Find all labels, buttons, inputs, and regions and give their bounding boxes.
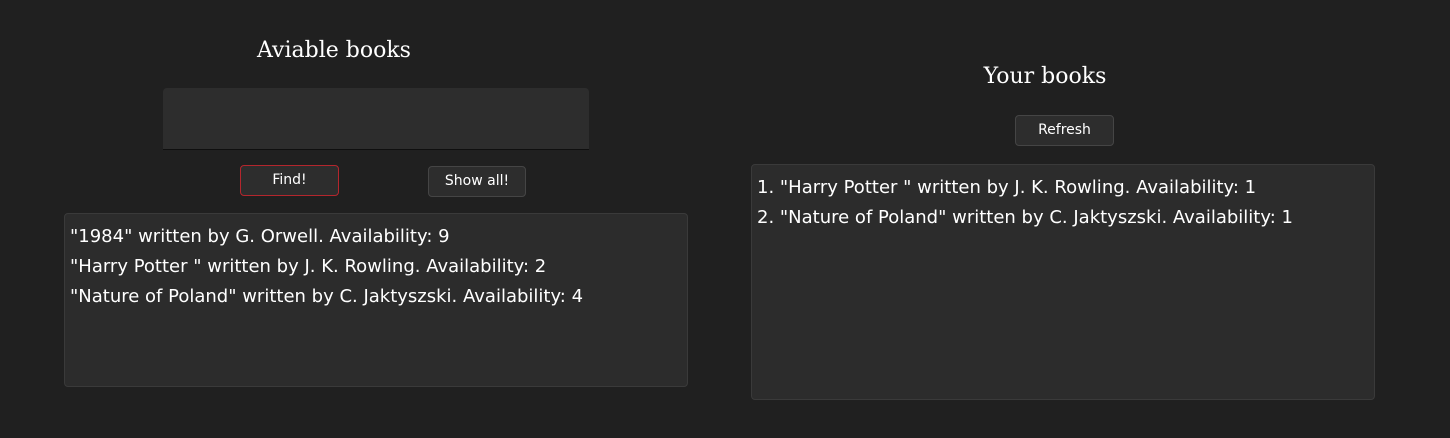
list-item[interactable]: "1984" written by G. Orwell. Availabilit… <box>70 222 682 252</box>
find-button[interactable]: Find! <box>240 165 339 196</box>
show-all-button[interactable]: Show all! <box>428 166 526 197</box>
list-item[interactable]: 2. "Nature of Poland" written by C. Jakt… <box>757 203 1369 233</box>
refresh-button[interactable]: Refresh <box>1015 115 1114 146</box>
app-window: Aviable books Find! Show all! "1984" wri… <box>0 0 1450 438</box>
available-books-title: Aviable books <box>257 38 411 63</box>
your-books-list[interactable]: 1. "Harry Potter " written by J. K. Rowl… <box>751 164 1375 400</box>
list-item[interactable]: "Nature of Poland" written by C. Jaktysz… <box>70 282 682 312</box>
list-item[interactable]: 1. "Harry Potter " written by J. K. Rowl… <box>757 173 1369 203</box>
search-input[interactable] <box>163 88 589 150</box>
available-books-list[interactable]: "1984" written by G. Orwell. Availabilit… <box>64 213 688 387</box>
your-books-title: Your books <box>983 64 1107 89</box>
list-item[interactable]: "Harry Potter " written by J. K. Rowling… <box>70 252 682 282</box>
